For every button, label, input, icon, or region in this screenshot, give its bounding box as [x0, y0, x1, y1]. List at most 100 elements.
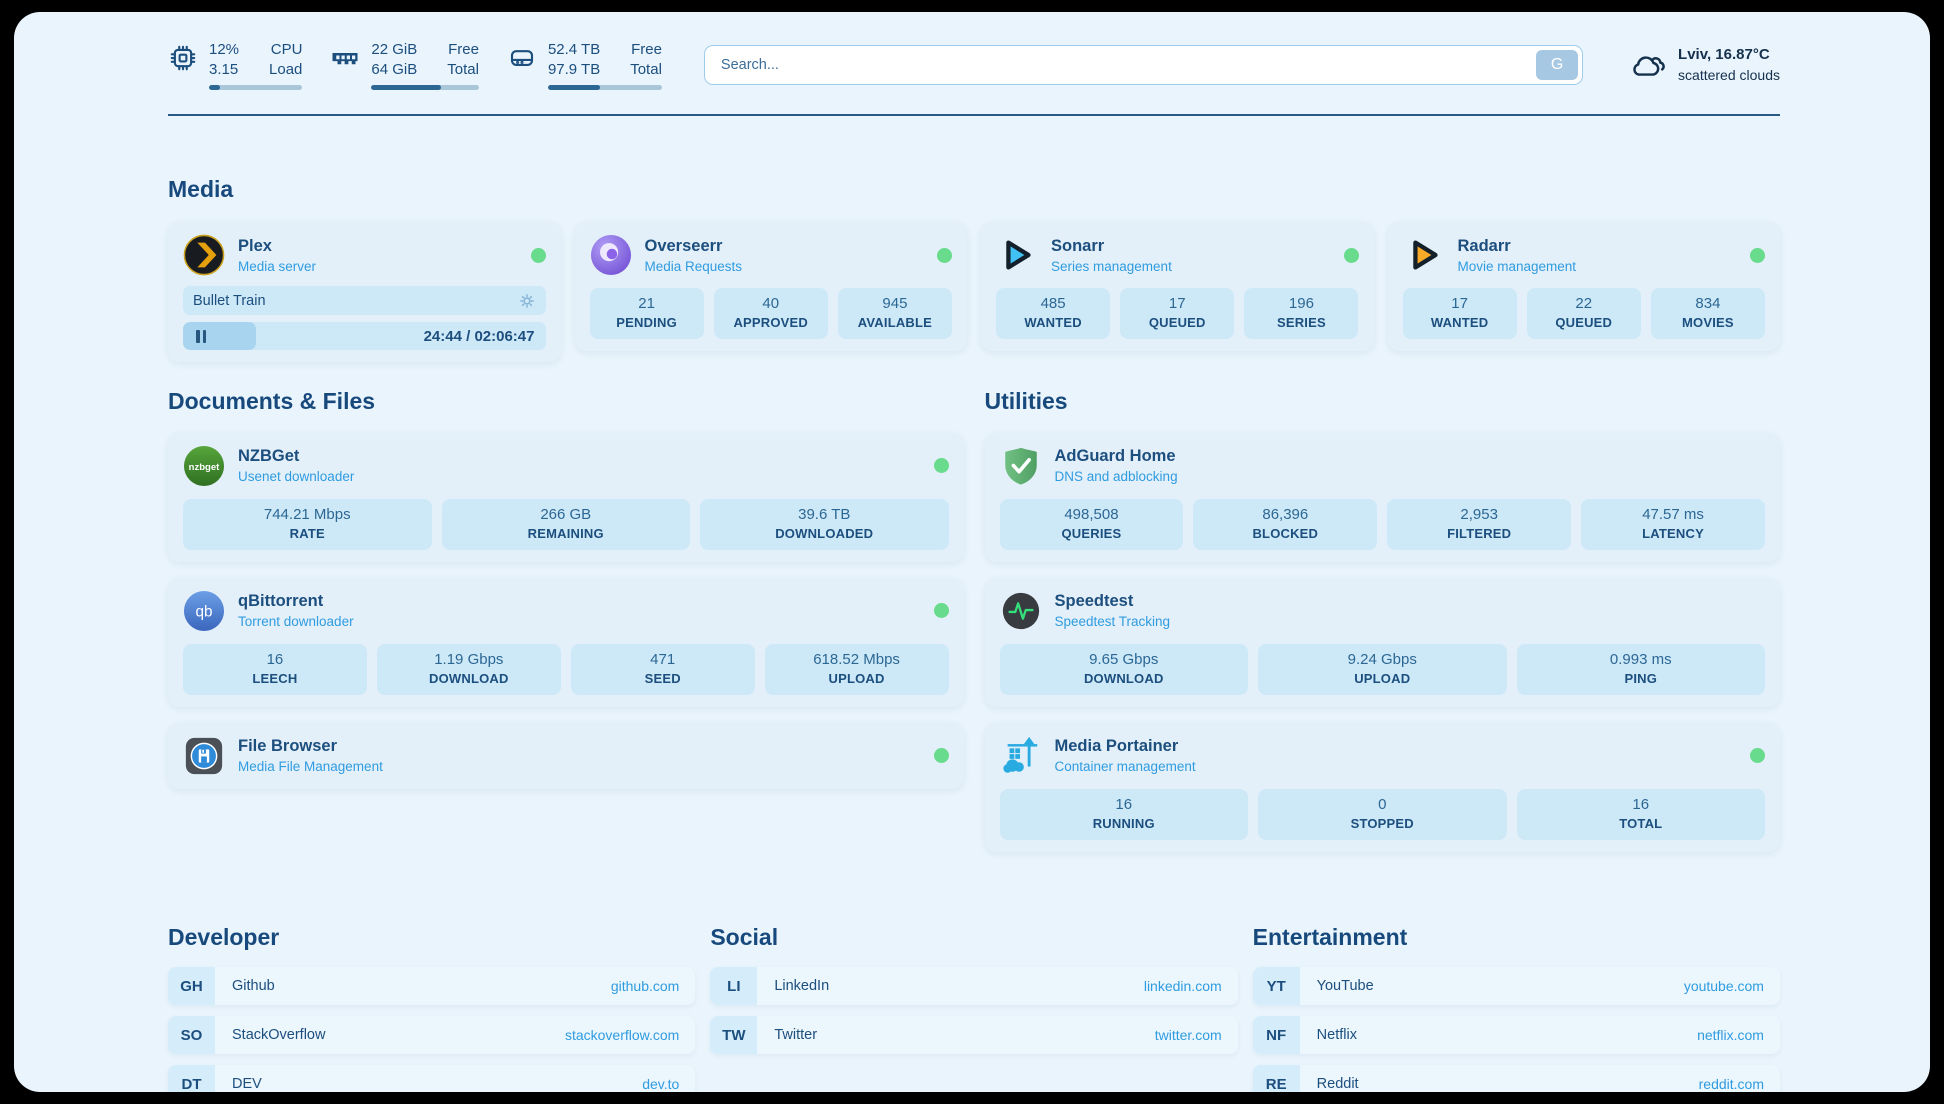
- stat-label: WANTED: [1409, 315, 1511, 330]
- filebrowser-subtitle: Media File Management: [238, 759, 383, 774]
- link-twitter[interactable]: TW Twitter twitter.com: [710, 1016, 1237, 1054]
- disk-total-value: 97.9 TB: [548, 60, 600, 80]
- link-url: dev.to: [642, 1065, 679, 1092]
- stat-label: LEECH: [189, 671, 361, 686]
- search-engine-button[interactable]: G: [1536, 50, 1578, 80]
- stat-value: 40: [720, 295, 822, 312]
- plex-app-link[interactable]: Plex Media server: [183, 234, 546, 276]
- radarr-app-link[interactable]: Radarr Movie management: [1403, 234, 1766, 276]
- link-netflix[interactable]: NF Netflix netflix.com: [1253, 1016, 1780, 1054]
- link-badge: RE: [1253, 1065, 1300, 1092]
- link-github[interactable]: GH Github github.com: [168, 967, 695, 1005]
- qbittorrent-subtitle: Torrent downloader: [238, 614, 354, 629]
- weather-location: Lviv, 16.87°C: [1678, 45, 1780, 65]
- svg-text:qb: qb: [196, 604, 213, 621]
- stat-value: 16: [189, 651, 361, 668]
- stat-value: 17: [1126, 295, 1228, 312]
- speedtest-subtitle: Speedtest Tracking: [1055, 614, 1171, 629]
- section-title-utilities: Utilities: [985, 388, 1781, 414]
- section-media: Media Plex Media server Bullet Train: [168, 176, 1780, 362]
- cpu-load-label: Load: [269, 60, 302, 80]
- link-stackoverflow[interactable]: SO StackOverflow stackoverflow.com: [168, 1016, 695, 1054]
- link-reddit[interactable]: RE Reddit reddit.com: [1253, 1065, 1780, 1092]
- overseerr-name: Overseerr: [645, 237, 743, 256]
- link-dev[interactable]: DT DEV dev.to: [168, 1065, 695, 1092]
- link-name: YouTube: [1317, 967, 1374, 1005]
- stat-value: 945: [844, 295, 946, 312]
- portainer-status-dot: [1750, 748, 1765, 763]
- stat-label: DOWNLOADED: [706, 526, 943, 541]
- svg-text:nzbget: nzbget: [189, 462, 221, 473]
- portainer-stat-total: 16 TOTAL: [1517, 789, 1766, 840]
- speedtest-app-link[interactable]: Speedtest Speedtest Tracking: [1000, 590, 1766, 632]
- portainer-stat-stopped: 0 STOPPED: [1258, 789, 1507, 840]
- sonarr-icon: [996, 234, 1038, 276]
- filebrowser-app-link[interactable]: File Browser Media File Management: [183, 735, 949, 777]
- sonarr-app-link[interactable]: Sonarr Series management: [996, 234, 1359, 276]
- section-title-entertainment: Entertainment: [1253, 924, 1780, 950]
- weather-widget[interactable]: Lviv, 16.87°C scattered clouds: [1629, 45, 1780, 84]
- stat-label: PENDING: [596, 315, 698, 330]
- nzbget-stat-remaining: 266 GB REMAINING: [442, 499, 691, 550]
- stat-value: 471: [577, 651, 749, 668]
- plex-playback-time: 24:44 / 02:06:47: [424, 328, 546, 345]
- stat-label: FILTERED: [1393, 526, 1565, 541]
- overseerr-stat-approved: 40 APPROVED: [714, 288, 828, 339]
- pause-icon[interactable]: [196, 330, 206, 343]
- link-url: stackoverflow.com: [565, 1016, 679, 1054]
- cpu-usage-value: 12%: [209, 40, 239, 60]
- qbittorrent-app-link[interactable]: qb qBittorrent Torrent downloader: [183, 590, 949, 632]
- ram-free-label: Free: [447, 40, 479, 60]
- speedtest-stat-download: 9.65 Gbps DOWNLOAD: [1000, 644, 1249, 695]
- disk-free-value: 52.4 TB: [548, 40, 600, 60]
- plex-now-playing: Bullet Train: [183, 286, 546, 315]
- weather-condition: scattered clouds: [1678, 66, 1780, 85]
- plex-progress-bar[interactable]: 24:44 / 02:06:47: [183, 322, 546, 350]
- section-title-media: Media: [168, 176, 1780, 202]
- plex-icon: [183, 234, 225, 276]
- filebrowser-status-dot: [934, 748, 949, 763]
- section-social: Social LI LinkedIn linkedin.com TW Twitt…: [710, 924, 1237, 1065]
- portainer-app-link[interactable]: Media Portainer Container management: [1000, 735, 1766, 777]
- qbittorrent-stat-seed: 471 SEED: [571, 644, 755, 695]
- link-badge: TW: [710, 1016, 757, 1054]
- stat-label: RATE: [189, 526, 426, 541]
- link-linkedin[interactable]: LI LinkedIn linkedin.com: [710, 967, 1237, 1005]
- sonarr-status-dot: [1344, 248, 1359, 263]
- overseerr-subtitle: Media Requests: [645, 259, 743, 274]
- stat-label: QUERIES: [1006, 526, 1178, 541]
- disk-icon: [507, 43, 537, 73]
- link-youtube[interactable]: YT YouTube youtube.com: [1253, 967, 1780, 1005]
- link-url: youtube.com: [1684, 967, 1764, 1005]
- stat-value: 1.19 Gbps: [383, 651, 555, 668]
- qbittorrent-stat-upload: 618.52 Mbps UPLOAD: [765, 644, 949, 695]
- overseerr-app-link[interactable]: Overseerr Media Requests: [590, 234, 953, 276]
- gear-icon[interactable]: [518, 292, 536, 310]
- adguard-app-link[interactable]: AdGuard Home DNS and adblocking: [1000, 445, 1766, 487]
- link-badge: DT: [168, 1065, 215, 1092]
- dashboard-page: 12% CPU 3.15 Load 22 GiB Free: [14, 12, 1930, 1092]
- qbittorrent-status-dot: [934, 603, 949, 618]
- stat-value: 196: [1250, 295, 1352, 312]
- speedtest-name: Speedtest: [1055, 592, 1171, 611]
- radarr-name: Radarr: [1458, 237, 1577, 256]
- qbittorrent-icon: qb: [183, 590, 225, 632]
- stat-value: 485: [1002, 295, 1104, 312]
- radarr-stat-wanted: 17 WANTED: [1403, 288, 1517, 339]
- link-name: Reddit: [1317, 1065, 1359, 1092]
- search-input[interactable]: [704, 45, 1583, 85]
- disk-stat: 52.4 TB Free 97.9 TB Total: [507, 40, 662, 90]
- nzbget-app-link[interactable]: nzbget NZBGet Usenet downloader: [183, 445, 949, 487]
- ram-stat: 22 GiB Free 64 GiB Total: [330, 40, 479, 90]
- stat-value: 0.993 ms: [1523, 651, 1760, 668]
- nzbget-stat-downloaded: 39.6 TB DOWNLOADED: [700, 499, 949, 550]
- stat-value: 16: [1006, 796, 1243, 813]
- stat-label: QUEUED: [1126, 315, 1228, 330]
- radarr-subtitle: Movie management: [1458, 259, 1577, 274]
- card-nzbget: nzbget NZBGet Usenet downloader 744.21 M…: [168, 433, 964, 562]
- disk-total-label: Total: [630, 60, 662, 80]
- stat-value: 86,396: [1199, 506, 1371, 523]
- plex-subtitle: Media server: [238, 259, 316, 274]
- nzbget-subtitle: Usenet downloader: [238, 469, 354, 484]
- adguard-stat-latency: 47.57 ms LATENCY: [1581, 499, 1765, 550]
